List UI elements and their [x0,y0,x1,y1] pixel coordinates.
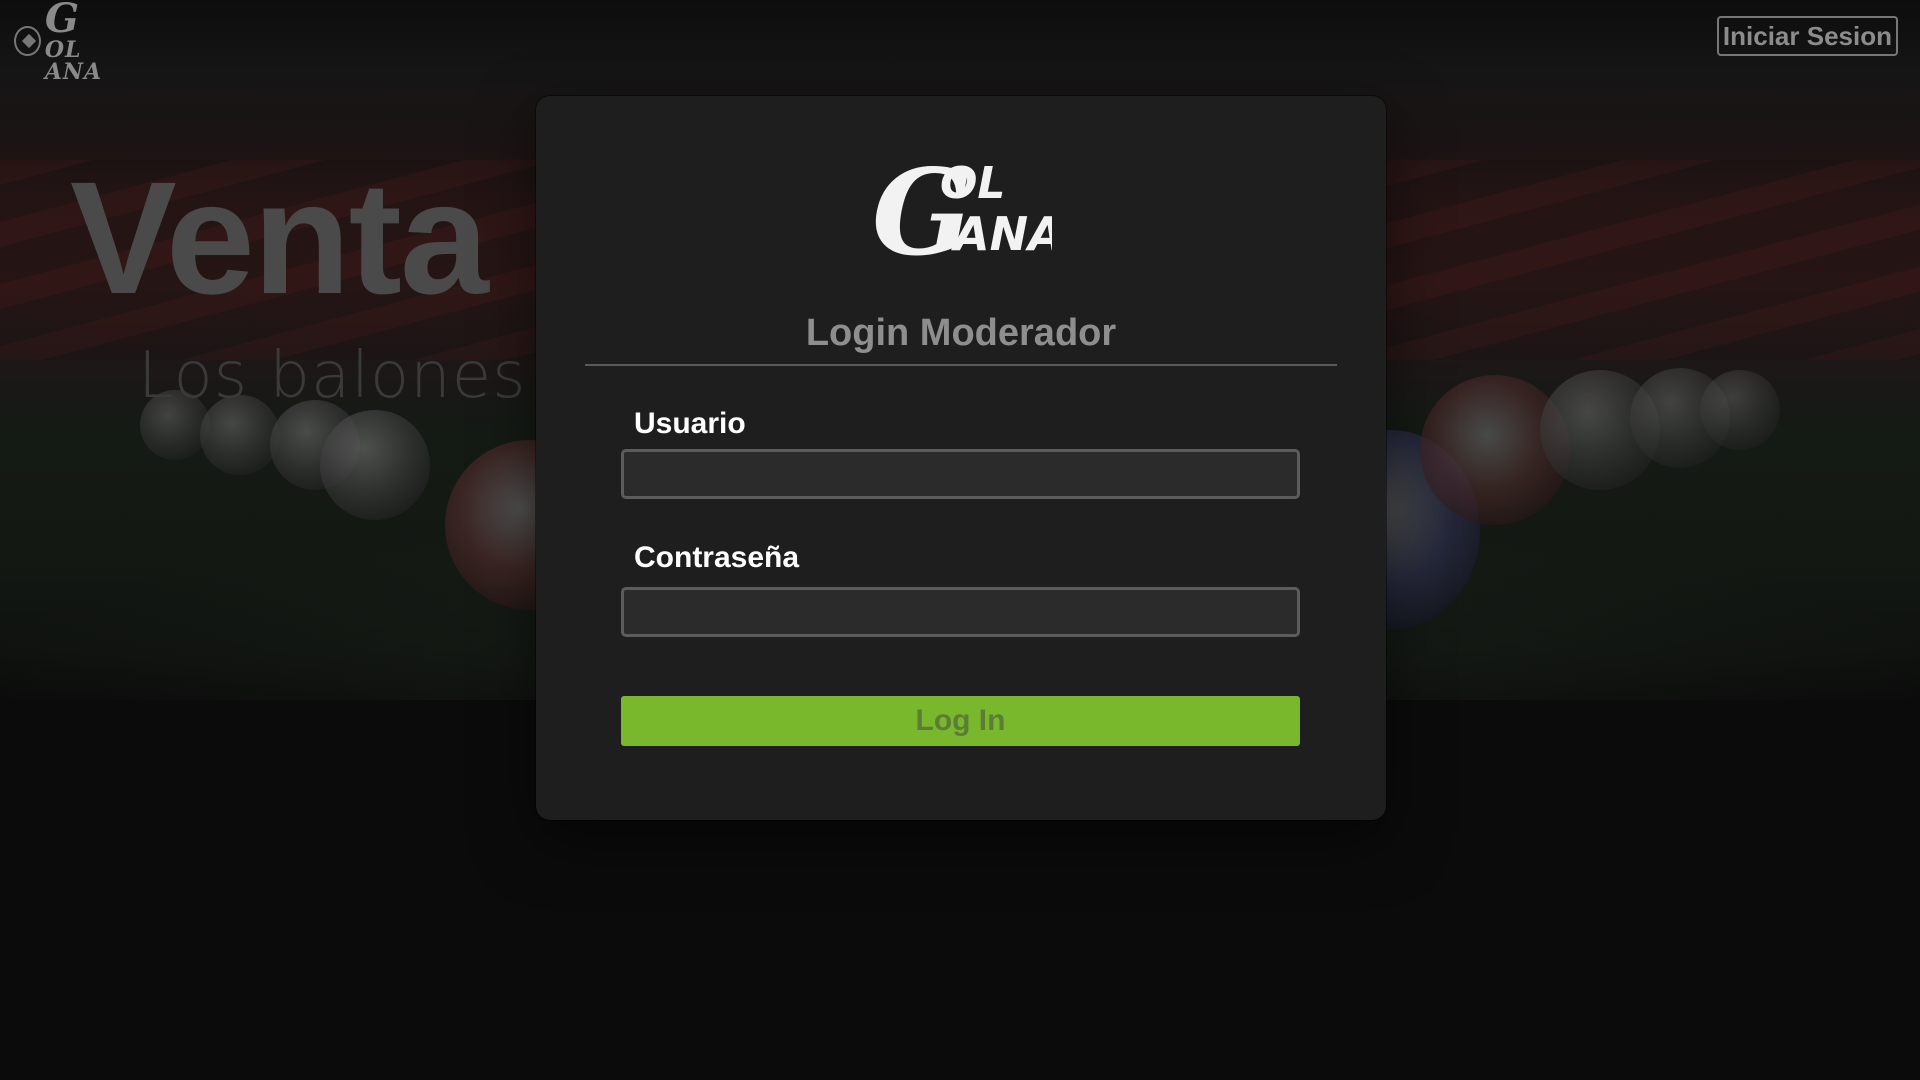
username-label: Usuario [634,407,746,440]
hero-title: Venta [70,148,489,327]
hero-subtitle: Los balones [138,339,527,413]
modal-logo-text-top: OL [940,158,1005,209]
password-input[interactable] [621,587,1300,637]
background-ball [320,410,430,520]
site-logo-text-bottom: ANA [44,59,103,85]
password-label: Contraseña [634,541,800,574]
login-modal: G OL ANA Login Moderador Usuario Contras… [536,96,1386,820]
username-input[interactable] [621,449,1300,499]
modal-logo-text-bottom: ANA [951,207,1052,261]
football-icon [14,26,41,56]
log-in-button[interactable]: Log In [621,696,1300,746]
site-logo-letter: G [44,0,80,42]
site-logo-words: OL ANA [45,39,102,83]
site-logo-text-top: OL [44,37,82,63]
gol-gana-logo: G OL ANA [872,146,1052,264]
login-page: Venta Los balones G OL ANA Iniciar Sesion … [0,0,1920,1080]
modal-divider [585,364,1337,366]
site-logo-text: G OL ANA [45,0,126,83]
modal-title: Login Moderador [805,312,1117,354]
iniciar-sesion-button[interactable]: Iniciar Sesion [1716,16,1898,56]
site-logo[interactable]: G OL ANA [14,0,126,83]
background-ball [1700,370,1780,450]
